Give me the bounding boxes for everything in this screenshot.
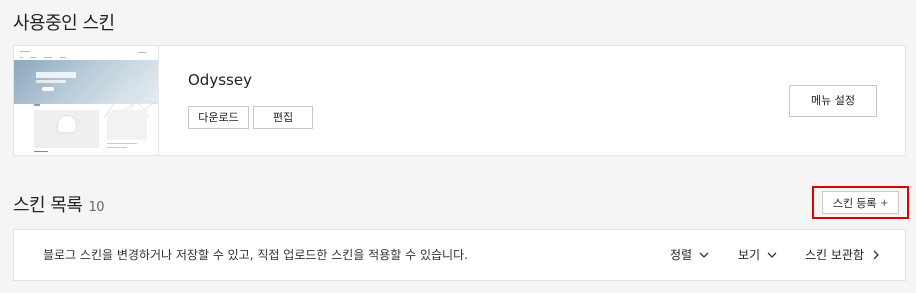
register-skin-label: 스킨 등록 — [832, 198, 877, 210]
skin-list-title-text: 스킨 목록 — [13, 195, 83, 216]
archive-label: 스킨 보관함 — [805, 248, 865, 262]
skin-archive-link[interactable]: 스킨 보관함 — [805, 246, 882, 263]
chevron-down-icon — [699, 252, 709, 258]
register-skin-button[interactable]: 스킨 등록 + — [822, 191, 899, 214]
list-description: 블로그 스킨을 변경하거나 저장할 수 있고, 직접 업로드한 스킨을 적용할 … — [43, 248, 468, 262]
current-skin-card: Odyssey 다운로드 편집 메뉴 설정 — [13, 45, 906, 156]
menu-settings-button[interactable]: 메뉴 설정 — [789, 85, 877, 117]
current-skin-title: 사용중인 스킨 — [13, 13, 115, 34]
skin-thumbnail — [14, 46, 159, 155]
skin-name: Odyssey — [188, 71, 252, 89]
download-button[interactable]: 다운로드 — [188, 106, 249, 129]
plus-icon: + — [880, 195, 889, 210]
edit-button[interactable]: 편집 — [253, 106, 313, 129]
chevron-right-icon — [873, 250, 879, 259]
register-highlight: 스킨 등록 + — [812, 186, 909, 219]
view-dropdown[interactable]: 보기 — [738, 246, 778, 263]
skin-list-title: 스킨 목록 10 — [13, 191, 105, 217]
chevron-down-icon — [767, 252, 777, 258]
sort-label: 정렬 — [670, 248, 693, 262]
skin-count: 10 — [88, 200, 105, 215]
view-label: 보기 — [738, 248, 761, 262]
sort-dropdown[interactable]: 정렬 — [670, 246, 710, 263]
skin-list-toolbar: 블로그 스킨을 변경하거나 저장할 수 있고, 직접 업로드한 스킨을 적용할 … — [13, 229, 906, 281]
